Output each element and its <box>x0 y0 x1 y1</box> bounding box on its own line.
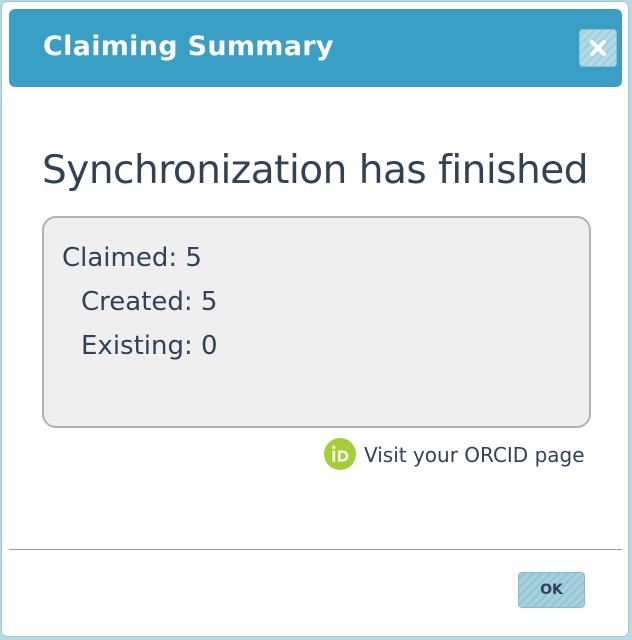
dialog-titlebar: Claiming Summary <box>9 9 622 87</box>
close-icon <box>590 40 606 56</box>
footer-divider <box>9 549 622 550</box>
existing-count: Existing: 0 <box>81 331 218 361</box>
page-heading: Synchronization has finished <box>42 148 589 193</box>
claimed-count: Claimed: 5 <box>62 243 202 273</box>
dialog-title: Claiming Summary <box>43 31 334 62</box>
ok-button[interactable]: OK <box>518 572 585 608</box>
created-count: Created: 5 <box>81 287 218 317</box>
claiming-summary-dialog: Claiming Summary Synchronization has fin… <box>1 1 629 637</box>
orcid-icon <box>324 438 356 470</box>
close-button[interactable] <box>579 29 617 67</box>
summary-box: Claimed: 5 Created: 5 Existing: 0 <box>42 216 591 428</box>
orcid-link-label[interactable]: Visit your ORCID page <box>364 443 585 467</box>
